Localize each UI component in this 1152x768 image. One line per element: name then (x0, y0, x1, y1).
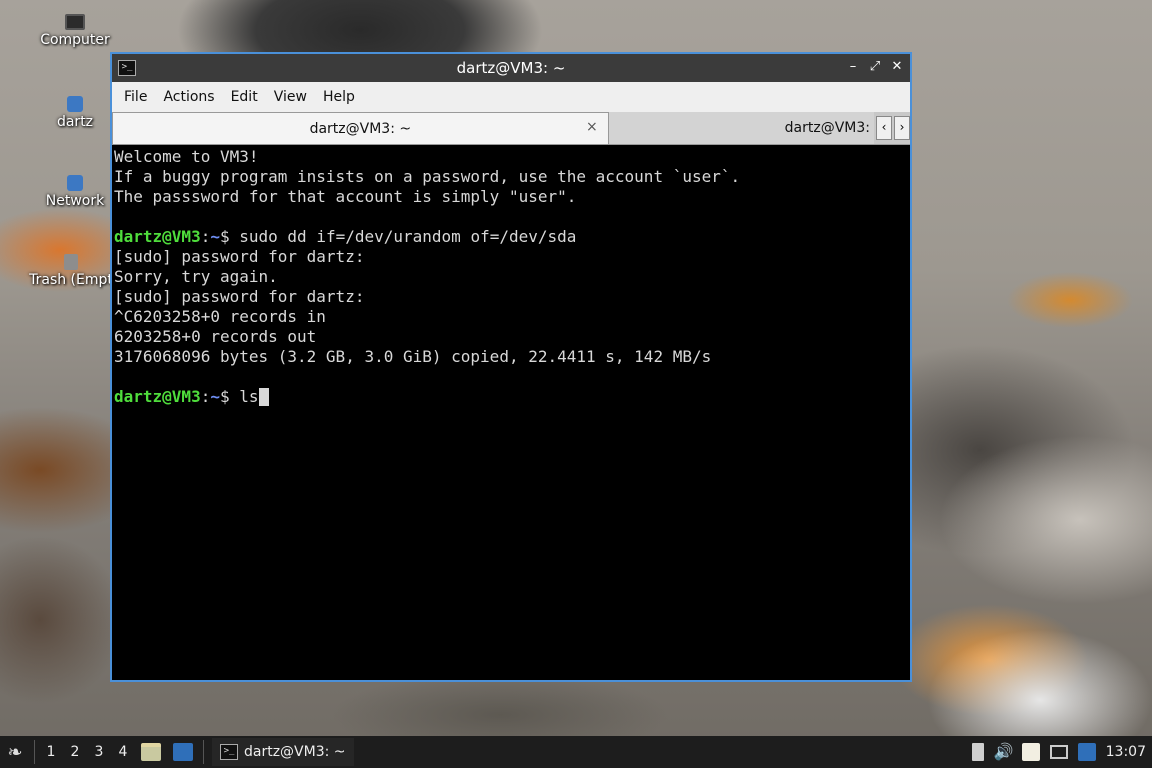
terminal-line: The passsword for that account is simply… (114, 187, 577, 206)
system-tray: 🔊 13:07 (971, 736, 1152, 768)
workspace-2-button[interactable]: 2 (63, 744, 87, 760)
terminal-line: Welcome to VM3! (114, 147, 259, 166)
menu-actions[interactable]: Actions (155, 82, 222, 112)
prompt-user: dartz@VM3 (114, 387, 201, 406)
show-desktop-icon[interactable] (173, 743, 193, 761)
clipboard-icon[interactable] (1021, 743, 1040, 761)
prompt-symbol: $ (219, 227, 240, 246)
terminal-line: If a buggy program insists on a password… (114, 167, 741, 186)
workspace-4-button[interactable]: 4 (111, 744, 135, 760)
tab-active[interactable]: dartz@VM3: ~ × (112, 112, 609, 144)
home-folder-icon (67, 96, 83, 112)
prompt-separator: : (200, 387, 211, 406)
tab-inactive[interactable]: dartz@VM3: (608, 112, 874, 144)
desktop-icon-label: dartz (56, 114, 94, 130)
workspace-1-button[interactable]: 1 (39, 744, 63, 760)
menu-edit[interactable]: Edit (223, 82, 266, 112)
tab-bar: dartz@VM3: ~ × dartz@VM3: ‹ › (112, 112, 910, 145)
tab-close-button[interactable]: × (586, 119, 598, 135)
taskbar-separator (203, 740, 204, 764)
window-title: dartz@VM3: ~ (456, 59, 566, 77)
prompt-path: ~ (210, 387, 220, 406)
volume-icon[interactable]: 🔊 (994, 743, 1014, 761)
terminal-prompt-line: dartz@VM3:~$ sudo dd if=/dev/urandom of=… (114, 227, 908, 247)
window-titlebar[interactable]: >_ dartz@VM3: ~ – ⤢ ✕ (112, 54, 910, 82)
desktop-icon-label: Trash (Empt (29, 272, 113, 288)
terminal-line: 3176068096 bytes (3.2 GB, 3.0 GiB) copie… (114, 347, 712, 366)
prompt-symbol: $ (219, 387, 240, 406)
taskbar-separator (34, 740, 35, 764)
start-menu-icon[interactable]: ❧ (0, 742, 30, 763)
terminal-window: >_ dartz@VM3: ~ – ⤢ ✕ File Actions Edit … (110, 52, 912, 682)
desktop-icon-network[interactable]: Network (30, 175, 120, 209)
prompt-path: ~ (210, 227, 220, 246)
battery-icon[interactable] (971, 743, 984, 761)
network-icon[interactable] (1077, 743, 1096, 761)
prompt-user: dartz@VM3 (114, 227, 201, 246)
terminal-output[interactable]: Welcome to VM3! If a buggy program insist… (112, 145, 910, 680)
menu-view[interactable]: View (266, 82, 315, 112)
maximize-button[interactable]: ⤢ (868, 59, 882, 75)
tab-scroll: ‹ › (874, 112, 910, 144)
menu-file[interactable]: File (116, 82, 155, 112)
terminal-line: Sorry, try again. (114, 267, 278, 286)
network-icon (67, 175, 83, 191)
terminal-icon: >_ (118, 60, 136, 76)
taskbar: ❧ 1 2 3 4 >_ dartz@VM3: ~ 🔊 13:07 (0, 736, 1152, 768)
prompt-command: ls (239, 387, 259, 406)
desktop-icon-label: Network (45, 193, 105, 209)
trash-icon (64, 254, 78, 270)
file-manager-icon[interactable] (141, 743, 161, 761)
workspace-3-button[interactable]: 3 (87, 744, 111, 760)
prompt-separator: : (200, 227, 211, 246)
close-button[interactable]: ✕ (890, 59, 904, 75)
tab-label: dartz@VM3: (784, 120, 870, 136)
terminal-icon: >_ (220, 744, 238, 760)
terminal-line: [sudo] password for dartz: (114, 287, 365, 306)
terminal-line: [sudo] password for dartz: (114, 247, 365, 266)
taskbar-task-terminal[interactable]: >_ dartz@VM3: ~ (212, 738, 354, 766)
clock[interactable]: 13:07 (1106, 744, 1146, 760)
desktop-icon-label: Computer (40, 32, 110, 48)
tab-label: dartz@VM3: ~ (309, 120, 412, 137)
desktop-icon-computer[interactable]: Computer (30, 14, 120, 48)
tab-scroll-right-button[interactable]: › (894, 116, 910, 140)
terminal-line: ^C6203258+0 records in (114, 307, 326, 326)
terminal-line: 6203258+0 records out (114, 327, 317, 346)
computer-icon (65, 14, 85, 30)
menu-help[interactable]: Help (315, 82, 363, 112)
screen-icon[interactable] (1049, 745, 1068, 759)
text-cursor (258, 388, 269, 406)
desktop-icon-home[interactable]: dartz (30, 96, 120, 130)
desktop-icon-trash[interactable]: Trash (Empt (26, 254, 116, 288)
tab-scroll-left-button[interactable]: ‹ (876, 116, 892, 140)
terminal-prompt-line: dartz@VM3:~$ ls (114, 387, 908, 407)
prompt-command: sudo dd if=/dev/urandom of=/dev/sda (239, 227, 577, 246)
task-label: dartz@VM3: ~ (244, 744, 346, 760)
minimize-button[interactable]: – (846, 59, 860, 75)
menu-bar: File Actions Edit View Help (112, 82, 910, 112)
